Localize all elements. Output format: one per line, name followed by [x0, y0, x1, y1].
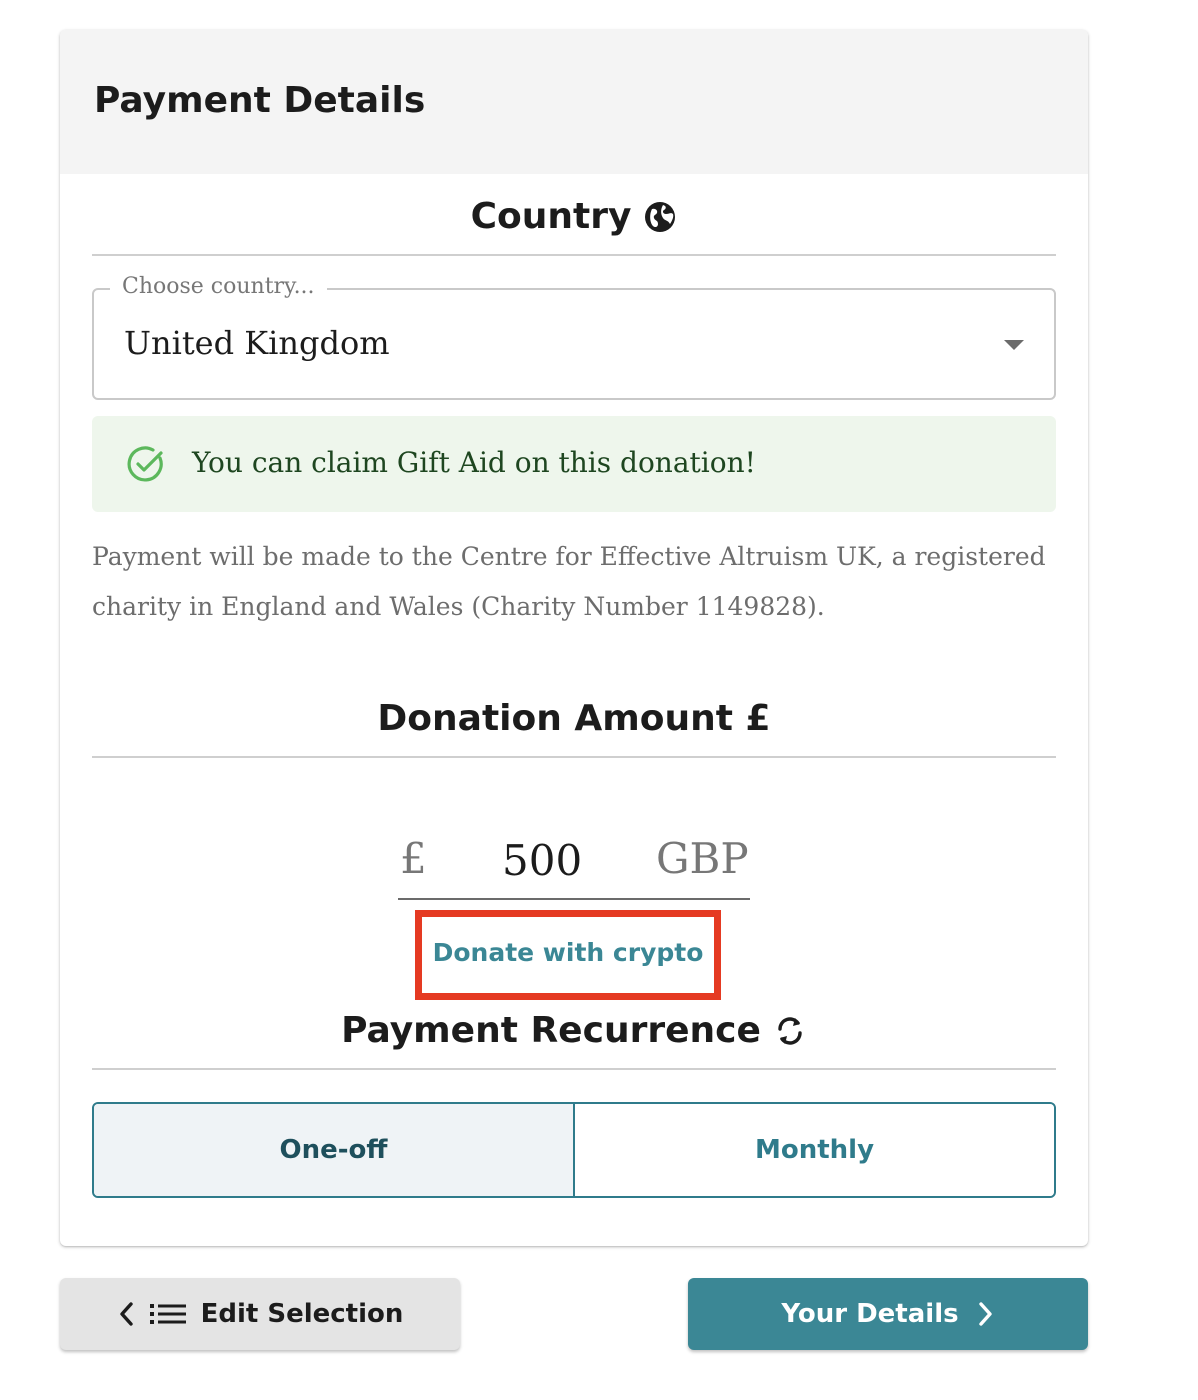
payment-details-card: Payment Details Country Choose country..… [60, 30, 1088, 1246]
charity-note: Payment will be made to the Centre for E… [92, 542, 1046, 621]
globe-icon [643, 200, 677, 234]
edit-selection-label: Edit Selection [200, 1299, 404, 1329]
donation-divider [92, 756, 1056, 758]
country-divider [92, 254, 1056, 256]
country-select[interactable]: Choose country... United Kingdom [92, 274, 1056, 400]
amount-underline [398, 898, 750, 900]
recurrence-option-monthly[interactable]: Monthly [575, 1104, 1054, 1196]
card-title: Payment Details [94, 80, 426, 121]
check-circle-icon [126, 444, 166, 484]
card-header: Payment Details [60, 30, 1088, 174]
gift-aid-alert: You can claim Gift Aid on this donation! [92, 416, 1056, 512]
recurrence-option-one-off[interactable]: One-off [94, 1104, 575, 1196]
your-details-button[interactable]: Your Details [688, 1278, 1088, 1350]
sync-icon [773, 1014, 807, 1048]
country-select-value: United Kingdom [124, 324, 390, 362]
recurrence-section-title: Payment Recurrence [92, 1010, 1056, 1051]
country-section-title: Country [92, 196, 1056, 237]
crypto-highlight-box: Donate with crypto [415, 910, 721, 1000]
chevron-right-icon [977, 1301, 995, 1327]
edit-selection-button[interactable]: Edit Selection [60, 1278, 460, 1350]
country-select-label: Choose country... [110, 274, 327, 299]
amount-input[interactable]: £ 500 GBP [398, 828, 750, 900]
recurrence-divider [92, 1068, 1056, 1070]
your-details-label: Your Details [781, 1299, 959, 1329]
amount-value[interactable]: 500 [502, 836, 582, 885]
currency-code: GBP [656, 834, 749, 883]
country-heading: Country [470, 196, 632, 237]
gift-aid-message: You can claim Gift Aid on this donation! [192, 446, 756, 479]
donation-heading: Donation Amount £ [377, 698, 771, 739]
currency-symbol: £ [400, 834, 427, 883]
donation-section-title: Donation Amount £ [92, 698, 1056, 739]
chevron-left-icon [117, 1301, 135, 1327]
donate-with-crypto-link[interactable]: Donate with crypto [422, 917, 714, 987]
recurrence-heading: Payment Recurrence [341, 1010, 761, 1051]
list-icon [149, 1301, 187, 1327]
recurrence-toggle: One-off Monthly [92, 1102, 1056, 1198]
caret-down-icon[interactable] [1004, 340, 1024, 350]
